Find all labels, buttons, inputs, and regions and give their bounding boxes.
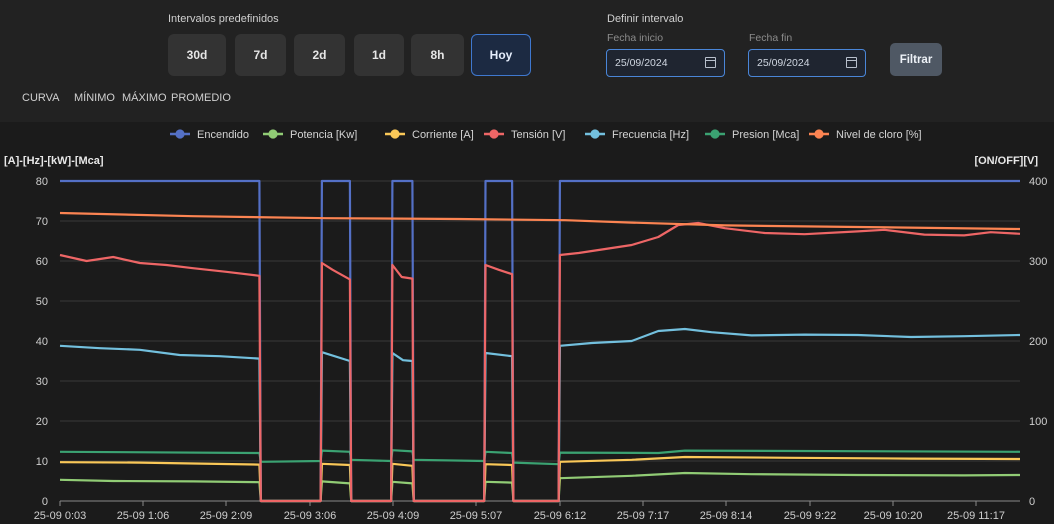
y-right-tick-label: 100 (1029, 416, 1047, 428)
legend-swatch-dot (590, 129, 600, 139)
line-chart: Encendido Potencia [Kw] Corriente [A] Tensi… (4, 129, 1047, 522)
start-date-field[interactable]: 25/09/2024 (606, 49, 725, 77)
legend-swatch-dot (390, 129, 400, 139)
legend-label: Encendido (197, 129, 249, 141)
y-left-tick-label: 60 (36, 256, 48, 268)
y-left-tick-label: 80 (36, 176, 48, 188)
preset-2d-button[interactable]: 2d (294, 34, 345, 76)
y-left-tick-label: 20 (36, 416, 48, 428)
y-right-tick-label: 200 (1029, 336, 1047, 348)
legend-label: Nivel de cloro [%] (836, 129, 922, 141)
y-left-tick-label: 50 (36, 296, 48, 308)
filter-button[interactable]: Filtrar (890, 43, 942, 76)
x-tick-label: 25-09 10:20 (864, 510, 923, 522)
y-right-tick-label: 300 (1029, 256, 1047, 268)
tab-curva[interactable]: CURVA (22, 92, 60, 104)
legend-label: Presion [Mca] (732, 129, 799, 141)
x-tick-label: 25-09 2:09 (200, 510, 253, 522)
calendar-icon[interactable] (846, 57, 857, 68)
end-date-value: 25/09/2024 (757, 57, 810, 69)
series-line-presion-mca (59, 449, 1021, 466)
start-date-value: 25/09/2024 (615, 57, 668, 69)
y-right-axis-label: [ON/OFF][V] (974, 155, 1038, 167)
x-tick-label: 25-09 3:06 (284, 510, 337, 522)
x-tick-label: 25-09 9:22 (784, 510, 837, 522)
tab-minimo[interactable]: MÍNIMO (74, 92, 115, 104)
y-left-tick-label: 40 (36, 336, 48, 348)
tab-maximo[interactable]: MÁXIMO (122, 92, 167, 104)
end-date-field[interactable]: 25/09/2024 (748, 49, 866, 77)
legend-swatch-dot (489, 129, 499, 139)
series-line-potencia-kw (59, 471, 1021, 503)
end-date-label: Fecha fin (749, 32, 793, 44)
legend-label: Tensión [V] (511, 129, 565, 141)
y-left-tick-label: 10 (36, 456, 48, 468)
preset-8h-button[interactable]: 8h (411, 34, 464, 76)
preset-1d-button[interactable]: 1d (354, 34, 404, 76)
y-right-tick-label: 400 (1029, 176, 1047, 188)
start-date-label: Fecha inicio (607, 32, 664, 44)
y-left-tick-label: 30 (36, 376, 48, 388)
legend-swatch-dot (710, 129, 720, 139)
x-tick-label: 25-09 4:09 (367, 510, 420, 522)
x-tick-label: 25-09 5:07 (450, 510, 503, 522)
legend-swatch-dot (268, 129, 278, 139)
presets-title: Intervalos predefinidos (168, 13, 279, 25)
preset-7d-button[interactable]: 7d (235, 34, 286, 76)
legend-label: Frecuencia [Hz] (612, 129, 689, 141)
legend-swatch-dot (814, 129, 824, 139)
preset-today-button[interactable]: Hoy (471, 34, 531, 76)
legend-label: Corriente [A] (412, 129, 474, 141)
x-tick-label: 25-09 8:14 (700, 510, 753, 522)
y-right-tick-label: 0 (1029, 496, 1035, 508)
chart-legend: Encendido Potencia [Kw] Corriente [A] Tensi… (170, 129, 922, 141)
legend-swatch-dot (175, 129, 185, 139)
x-tick-label: 25-09 6:12 (534, 510, 587, 522)
tab-promedio[interactable]: PROMEDIO (171, 92, 231, 104)
x-tick-label: 25-09 7:17 (617, 510, 670, 522)
y-left-axis-label: [A]-[Hz]-[kW]-[Mca] (4, 155, 104, 167)
x-tick-label: 25-09 11:17 (947, 510, 1005, 522)
y-left-tick-label: 0 (42, 496, 48, 508)
range-title: Definir intervalo (607, 13, 684, 25)
calendar-icon[interactable] (705, 57, 716, 68)
x-tick-label: 25-09 0:03 (34, 510, 87, 522)
x-tick-label: 25-09 1:06 (117, 510, 170, 522)
y-left-tick-label: 70 (36, 216, 48, 228)
preset-30d-button[interactable]: 30d (168, 34, 226, 76)
legend-label: Potencia [Kw] (290, 129, 357, 141)
